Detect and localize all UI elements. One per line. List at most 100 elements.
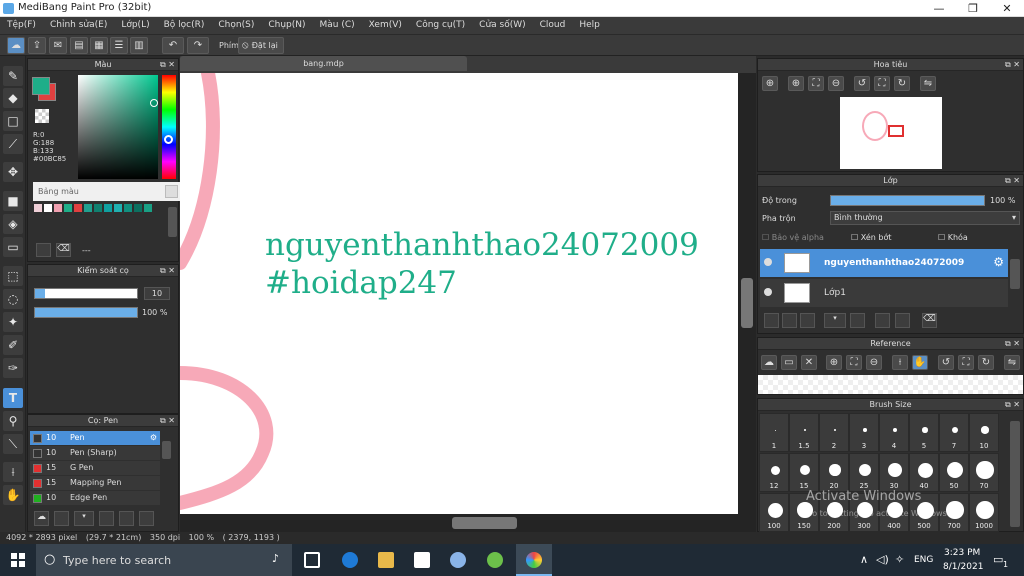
move-tool-icon[interactable]: ✥ <box>3 162 23 182</box>
layer-row[interactable]: nguyenthanhthao24072009 ⚙ <box>760 249 1008 277</box>
panel-close-icon[interactable]: ⧉ ✕ <box>160 265 175 277</box>
comment-icon[interactable]: ✉ <box>49 37 67 54</box>
brush-size-cell[interactable]: 25 <box>849 453 879 492</box>
palette-swatch[interactable] <box>94 204 102 212</box>
brush-size-cell[interactable]: 4 <box>879 413 909 452</box>
select-pen-icon[interactable]: ✐ <box>3 335 23 355</box>
reference-rotate-right-icon[interactable]: ↻ <box>978 355 994 370</box>
network-icon[interactable]: ✧ <box>895 553 904 566</box>
navigator-thumbnail[interactable] <box>840 97 942 169</box>
brush-size-cell[interactable]: 30 <box>879 453 909 492</box>
palette-swatch[interactable] <box>114 204 122 212</box>
clock-time[interactable]: 3:23 PM <box>944 548 980 558</box>
eraser-tool-icon[interactable]: ◆ <box>3 88 23 108</box>
hand-tool-icon[interactable]: ✋ <box>3 485 23 505</box>
text-tool-icon[interactable]: T <box>3 388 23 408</box>
operation-tool-icon[interactable]: ⚲ <box>3 411 23 431</box>
rotate-right-icon[interactable]: ↻ <box>894 76 910 91</box>
undo-icon[interactable]: ↶ <box>162 37 184 54</box>
panel-close-icon[interactable]: ⧉ ✕ <box>160 59 175 71</box>
delete-palette-icon[interactable]: ⌫ <box>56 243 71 257</box>
menu-color[interactable]: Màu (C) <box>313 17 362 34</box>
brush-size-cell[interactable]: 15 <box>789 453 819 492</box>
color-picker-cursor[interactable] <box>150 99 158 107</box>
palette-swatch[interactable] <box>104 204 112 212</box>
palette-swatch[interactable] <box>84 204 92 212</box>
tray-chevron-icon[interactable]: ∧ <box>860 553 868 566</box>
panel-close-icon[interactable]: ⧉ ✕ <box>1005 399 1020 411</box>
task-view-icon[interactable] <box>304 552 320 568</box>
list-icon[interactable]: ☰ <box>110 37 128 54</box>
clipping-checkbox[interactable]: ☐ Xén bớt <box>851 233 891 242</box>
zoom-out-icon[interactable]: ⊖ <box>828 76 844 91</box>
line-tool-icon[interactable]: ⟋ <box>3 134 23 154</box>
brush-size-cell[interactable]: 12 <box>759 453 789 492</box>
menu-cloud[interactable]: Cloud <box>533 17 573 34</box>
maximize-button[interactable]: ❐ <box>956 0 990 17</box>
lasso-tool-icon[interactable]: ◌ <box>3 289 23 309</box>
upload-icon[interactable]: ⇪ <box>28 37 46 54</box>
canvas-horizontal-scrollbar[interactable] <box>180 514 756 532</box>
reference-flip-icon[interactable]: ⇋ <box>1004 355 1020 370</box>
chat-icon[interactable]: ▤ <box>70 37 88 54</box>
select-tool-icon[interactable]: ⬚ <box>3 266 23 286</box>
reference-reset-icon[interactable]: ⛶ <box>958 355 974 370</box>
brush-size-cell[interactable]: 7 <box>939 413 969 452</box>
add-brush-icon[interactable] <box>54 511 69 526</box>
eyedropper-tool-icon[interactable]: ⟊ <box>3 462 23 482</box>
duplicate-layer-icon[interactable] <box>875 313 890 328</box>
brush-size-cell[interactable]: 1 <box>759 413 789 452</box>
layer-scrollbar[interactable] <box>1010 259 1020 289</box>
brush-size-cell[interactable]: 5 <box>909 413 939 452</box>
brush-item[interactable]: 15 Mapping Pen <box>30 476 160 490</box>
hue-slider-thumb[interactable] <box>164 135 173 144</box>
reference-zoom-in-icon[interactable]: ⊕ <box>826 355 842 370</box>
palette-swatch[interactable] <box>144 204 152 212</box>
medibang-taskbar-button[interactable] <box>516 544 552 576</box>
zoom-in-2-icon[interactable]: ⊕ <box>788 76 804 91</box>
flip-icon[interactable]: ⇋ <box>920 76 936 91</box>
redo-icon[interactable]: ↷ <box>187 37 209 54</box>
eye-icon[interactable] <box>764 258 772 266</box>
gradient-tool-icon[interactable]: ▭ <box>3 237 23 257</box>
layer-opacity-slider[interactable] <box>830 195 985 206</box>
brush-size-scrollbar[interactable] <box>1010 421 1020 527</box>
document-icon[interactable]: ▦ <box>90 37 108 54</box>
panel-close-icon[interactable]: ⧉ ✕ <box>1005 338 1020 350</box>
menu-select[interactable]: Chọn(S) <box>211 17 261 34</box>
palette-menu-icon[interactable] <box>165 185 178 198</box>
brush-tool-icon[interactable]: ✎ <box>3 66 23 86</box>
palette-scrollbar[interactable] <box>168 207 177 237</box>
brush-size-cell[interactable]: 50 <box>939 453 969 492</box>
clock-date[interactable]: 8/1/2021 <box>943 562 983 572</box>
brush-menu-icon[interactable]: ▾ <box>74 511 94 526</box>
protect-alpha-checkbox[interactable]: ☐ Bảo vệ alpha <box>762 233 824 242</box>
brush-duplicate-icon[interactable] <box>139 511 154 526</box>
menu-filter[interactable]: Bộ lọc(R) <box>157 17 212 34</box>
palette-swatch[interactable] <box>134 204 142 212</box>
layer-row[interactable]: Lớp1 <box>760 279 1008 307</box>
reference-hand-icon[interactable]: ✋ <box>912 355 928 370</box>
notification-icon[interactable]: ▭ <box>993 553 1003 566</box>
brush-item[interactable]: 10 Edge Pen <box>30 491 160 505</box>
blend-mode-select[interactable]: Bình thường ▾ <box>830 211 1020 225</box>
reference-zoom-out-icon[interactable]: ⊖ <box>866 355 882 370</box>
cloud-brush-icon[interactable]: ☁ <box>34 511 49 526</box>
cloud-reference-icon[interactable]: ☁ <box>761 355 777 370</box>
brush-size-cell[interactable]: 10 <box>969 413 999 452</box>
brush-size-cell[interactable]: 40 <box>909 453 939 492</box>
text-layer-line1[interactable]: nguyenthanhthao24072009 <box>265 225 699 265</box>
brush-size-cell[interactable]: 20 <box>819 453 849 492</box>
volume-icon[interactable]: ◁) <box>876 553 889 566</box>
reference-fit-icon[interactable]: ⛶ <box>846 355 862 370</box>
select-eraser-icon[interactable]: ✑ <box>3 358 23 378</box>
palette-swatch[interactable] <box>54 204 62 212</box>
reset-button[interactable]: ⦸ Đặt lại <box>238 37 284 54</box>
palette-swatch[interactable] <box>34 204 42 212</box>
canvas-vertical-scrollbar[interactable] <box>738 73 756 514</box>
new-palette-icon[interactable] <box>36 243 51 257</box>
new-halftone-layer-icon[interactable] <box>782 313 797 328</box>
fill-rect-tool-icon[interactable]: ■ <box>3 191 23 211</box>
menu-edit[interactable]: Chỉnh sửa(E) <box>43 17 114 34</box>
brush-size-cell[interactable]: 3 <box>849 413 879 452</box>
